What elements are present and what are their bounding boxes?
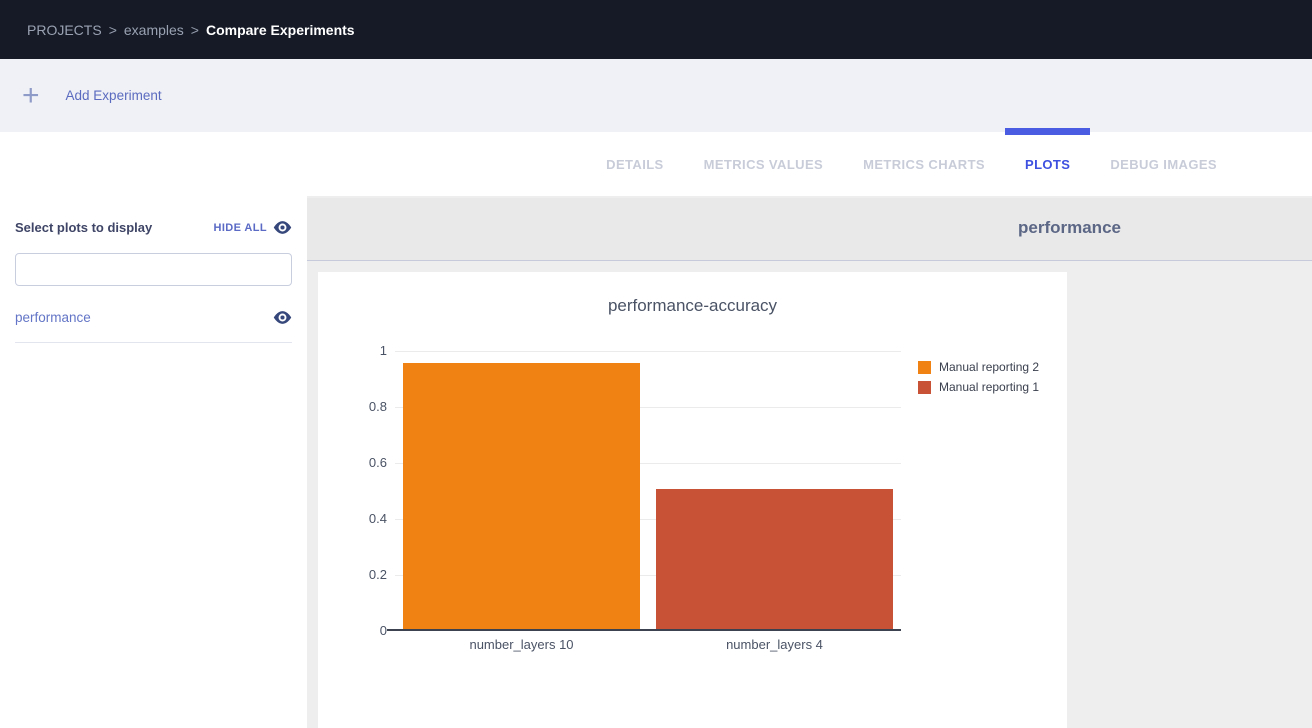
breadcrumb-separator: > xyxy=(109,22,117,38)
plots-panel: performance performance-accuracy 00.20.4… xyxy=(307,196,1312,728)
plots-sidebar: Select plots to display HIDE ALL perform… xyxy=(0,196,307,728)
y-axis-tick-label: 0.6 xyxy=(343,455,387,470)
plot-group-header: performance xyxy=(307,198,1312,261)
content-area: Select plots to display HIDE ALL perform… xyxy=(0,196,1312,728)
add-experiment-button[interactable]: + Add Experiment xyxy=(22,83,162,109)
add-experiment-bar: + Add Experiment xyxy=(0,59,1312,132)
tab-debug-images[interactable]: DEBUG IMAGES xyxy=(1090,132,1237,196)
breadcrumb-current-page: Compare Experiments xyxy=(206,22,355,38)
tab-metrics-charts[interactable]: METRICS CHARTS xyxy=(843,132,1005,196)
breadcrumb-projects[interactable]: PROJECTS xyxy=(27,22,102,38)
legend-item[interactable]: Manual reporting 2 xyxy=(918,360,1039,374)
x-axis-category-label: number_layers 10 xyxy=(395,637,648,652)
plot-group-title: performance xyxy=(1018,218,1121,238)
zero-tick xyxy=(387,629,395,631)
breadcrumb-separator: > xyxy=(191,22,199,38)
y-axis-tick-label: 0.4 xyxy=(343,511,387,526)
plot-card: performance-accuracy 00.20.40.60.81numbe… xyxy=(318,272,1067,728)
legend-label: Manual reporting 1 xyxy=(939,380,1039,394)
bar-chart-plot-area: 00.20.40.60.81number_layers 10number_lay… xyxy=(395,351,901,631)
legend-item[interactable]: Manual reporting 1 xyxy=(918,380,1039,394)
eye-icon[interactable] xyxy=(273,311,292,324)
chart-title: performance-accuracy xyxy=(318,296,1067,316)
tabs-bar: DETAILS METRICS VALUES METRICS CHARTS PL… xyxy=(0,132,1312,196)
chart-legend: Manual reporting 2 Manual reporting 1 xyxy=(918,360,1039,394)
y-axis-tick-label: 0.2 xyxy=(343,567,387,582)
add-experiment-label: Add Experiment xyxy=(66,88,162,103)
legend-label: Manual reporting 2 xyxy=(939,360,1039,374)
legend-swatch xyxy=(918,381,931,394)
bar-number_layers-4 xyxy=(656,489,893,629)
x-axis-category-label: number_layers 4 xyxy=(648,637,901,652)
tab-plots[interactable]: PLOTS xyxy=(1005,132,1090,196)
breadcrumb: PROJECTS > examples > Compare Experiment… xyxy=(27,22,355,38)
plot-item-label: performance xyxy=(15,310,91,325)
tab-metrics-values[interactable]: METRICS VALUES xyxy=(684,132,843,196)
y-axis-tick-label: 0.8 xyxy=(343,399,387,414)
plot-filter-input[interactable] xyxy=(15,253,292,286)
bar-number_layers-10 xyxy=(403,363,640,629)
eye-icon xyxy=(273,221,292,234)
legend-swatch xyxy=(918,361,931,374)
tab-details[interactable]: DETAILS xyxy=(586,132,683,196)
hide-all-label: HIDE ALL xyxy=(213,222,267,234)
gridline xyxy=(395,351,901,352)
sidebar-title: Select plots to display xyxy=(15,220,152,235)
plus-icon: + xyxy=(22,83,40,109)
breadcrumb-project[interactable]: examples xyxy=(124,22,184,38)
hide-all-button[interactable]: HIDE ALL xyxy=(213,221,292,234)
y-axis-tick-label: 0 xyxy=(343,623,387,638)
top-navbar: PROJECTS > examples > Compare Experiment… xyxy=(0,0,1312,59)
y-axis-tick-label: 1 xyxy=(343,343,387,358)
sidebar-item-performance[interactable]: performance xyxy=(15,310,292,343)
